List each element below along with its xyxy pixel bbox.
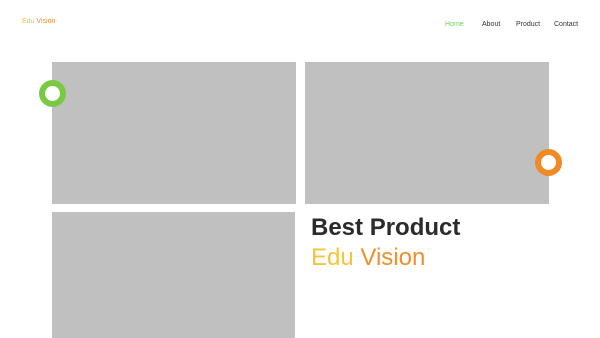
- image-placeholder-top-right: [305, 62, 549, 204]
- page: Edu Vision Home About Product Contact Be…: [0, 0, 600, 338]
- hero-title: Best Product: [311, 214, 461, 241]
- image-placeholder-top-left: [52, 62, 296, 204]
- nav-item-home[interactable]: Home: [445, 20, 464, 29]
- nav-item-contact[interactable]: Contact: [554, 20, 578, 29]
- hero-subtitle-edu: Edu: [311, 244, 354, 271]
- main-nav: Home About Product Contact: [0, 20, 600, 30]
- image-placeholder-bottom-left: [52, 212, 295, 338]
- orange-ring-icon: [535, 149, 562, 176]
- green-ring-icon: [39, 80, 66, 107]
- hero-subtitle: Edu Vision: [311, 244, 425, 272]
- nav-item-product[interactable]: Product: [516, 20, 540, 29]
- hero-subtitle-vision: Vision: [360, 244, 426, 271]
- nav-item-about[interactable]: About: [482, 20, 500, 29]
